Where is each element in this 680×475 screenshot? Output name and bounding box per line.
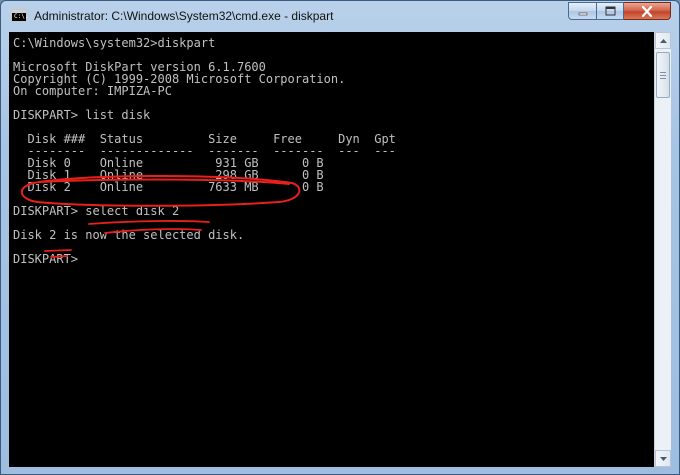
close-button[interactable] [624, 2, 671, 20]
console-line: On computer: IMPIZA-PC [13, 84, 172, 98]
console-text: C:\Windows\system32>diskpart Microsoft D… [13, 37, 396, 265]
grip-line [660, 74, 666, 76]
maximize-icon [605, 6, 615, 16]
title-bar[interactable]: C:\. Administrator: C:\Windows\System32\… [1, 1, 679, 31]
maximize-button[interactable] [597, 2, 624, 20]
arrow-down-icon [659, 456, 667, 461]
window-title: Administrator: C:\Windows\System32\cmd.e… [34, 9, 334, 23]
console-output[interactable]: C:\Windows\system32>diskpart Microsoft D… [9, 32, 654, 467]
scroll-down-button[interactable] [655, 450, 671, 467]
close-icon [641, 5, 653, 17]
grip-line [660, 77, 666, 79]
cmd-icon-glyph: C:\. [14, 13, 29, 20]
console-line: DISKPART> list disk [13, 108, 151, 122]
console-line: C:\Windows\system32>diskpart [13, 36, 216, 50]
console-line: Disk 2 is now the selected disk. [13, 228, 245, 242]
grip-line [660, 71, 666, 73]
console-line: DISKPART> select disk 2 [13, 204, 180, 218]
console-line: Disk 2 Online 7633 MB 0 B [13, 180, 324, 194]
minimize-button[interactable] [568, 2, 597, 20]
arrow-up-icon [659, 38, 667, 43]
minimize-icon [578, 12, 587, 16]
caption-buttons [568, 2, 671, 21]
scroll-thumb[interactable] [656, 52, 670, 98]
cmd-icon[interactable]: C:\. [11, 9, 29, 22]
vertical-scrollbar[interactable] [654, 32, 671, 467]
cmd-window: C:\. Administrator: C:\Windows\System32\… [0, 0, 680, 475]
console-line: DISKPART> [13, 252, 86, 266]
scroll-up-button[interactable] [655, 32, 671, 49]
